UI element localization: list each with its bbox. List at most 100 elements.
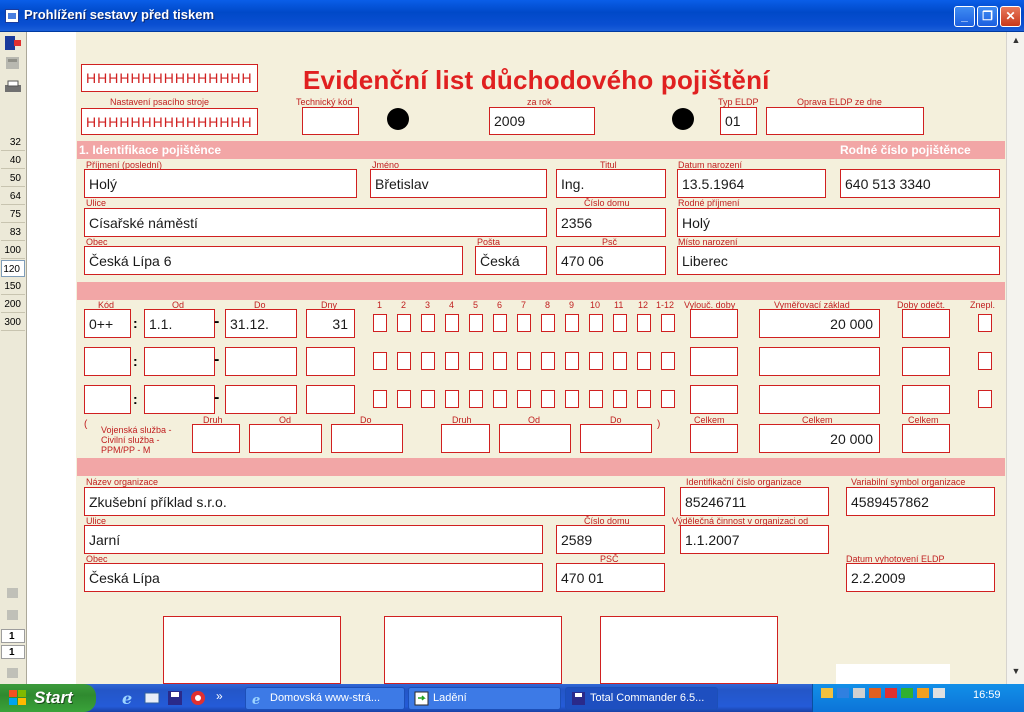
- debug-icon: [414, 691, 429, 706]
- app-icon[interactable]: [5, 9, 19, 23]
- outlook-icon[interactable]: [143, 689, 161, 707]
- scroll-up-icon[interactable]: ▲: [1009, 35, 1023, 49]
- tray-device-icon[interactable]: [853, 688, 865, 698]
- zoom-40[interactable]: 40: [1, 152, 25, 169]
- month-checkbox: [397, 390, 411, 408]
- preview-toolbar: 32 40 50 64 75 83 100 120 150 200 300 1 …: [0, 32, 27, 684]
- prev-page-icon[interactable]: [2, 606, 24, 624]
- system-tray: 16:59: [812, 684, 1024, 712]
- ie-icon: e: [252, 693, 260, 706]
- month-checkbox: [469, 352, 483, 370]
- row3-code: [84, 385, 131, 414]
- task-button-total-commander[interactable]: Total Commander 6.5...: [565, 687, 718, 710]
- row1-excluded: [690, 309, 738, 338]
- signature-box: [163, 616, 341, 684]
- row2-deducted: [902, 347, 950, 376]
- month-checkbox: [637, 352, 651, 370]
- surname-field: Holý: [84, 169, 357, 198]
- clock[interactable]: 16:59: [973, 689, 1001, 701]
- birthplace-field: Liberec: [677, 246, 1000, 275]
- lifebuoy-icon[interactable]: [189, 689, 207, 707]
- zoom-32[interactable]: 32: [1, 134, 25, 151]
- zoom-100[interactable]: 100: [1, 242, 25, 259]
- month-checkbox: [421, 390, 435, 408]
- month-checkbox: [661, 390, 675, 408]
- month-label: 4: [449, 300, 455, 310]
- zoom-150[interactable]: 150: [1, 278, 25, 295]
- org-street-field: Jarní: [84, 525, 543, 554]
- exit-icon[interactable]: [2, 34, 24, 52]
- row3-days: [306, 385, 355, 414]
- birthdate-field: 13.5.1964: [677, 169, 826, 198]
- windows-logo-icon: [9, 690, 27, 706]
- quicklaunch-expand[interactable]: »: [216, 689, 223, 703]
- zoom-120[interactable]: 120: [1, 260, 25, 277]
- row3-deducted: [902, 385, 950, 414]
- year-field: 2009: [489, 107, 595, 135]
- month-checkbox: [421, 352, 435, 370]
- first-page-icon[interactable]: [2, 584, 24, 602]
- org-vs-field: 4589457862: [846, 487, 995, 516]
- ie-icon[interactable]: e: [120, 689, 138, 708]
- task-button-debug[interactable]: Ladění: [408, 687, 561, 710]
- org-city-field: Česká Lípa: [84, 563, 543, 592]
- page-number[interactable]: 1: [1, 629, 25, 643]
- month-label: 1-12: [656, 300, 675, 310]
- month-checkbox: [541, 352, 555, 370]
- birthname-field: Holý: [677, 208, 1000, 237]
- section1-band: 1. Identifikace pojištěnce Rodné číslo p…: [77, 141, 1005, 159]
- name-field: Břetislav: [370, 169, 547, 198]
- month-checkbox: [517, 314, 531, 332]
- house-field: 2356: [556, 208, 666, 237]
- tray-volume-icon[interactable]: [917, 688, 929, 698]
- start-button[interactable]: Start: [0, 684, 96, 712]
- save-icon[interactable]: [166, 689, 184, 707]
- zoom-200[interactable]: 200: [1, 296, 25, 313]
- month-checkbox: [565, 314, 579, 332]
- month-label: 6: [497, 300, 503, 310]
- tray-misc-icon[interactable]: [933, 688, 945, 698]
- minimize-button[interactable]: _: [954, 6, 975, 27]
- month-label: 3: [425, 300, 431, 310]
- zoom-83[interactable]: 83: [1, 224, 25, 241]
- dash-separator: -: [214, 313, 220, 330]
- vertical-scrollbar[interactable]: ▲ ▼: [1006, 32, 1024, 684]
- city-field: Česká Lípa 6: [84, 246, 463, 275]
- zoom-50[interactable]: 50: [1, 170, 25, 187]
- tray-shield-icon[interactable]: [901, 688, 913, 698]
- tray-folder-icon[interactable]: [821, 688, 833, 698]
- total-deducted: [902, 424, 950, 453]
- month-checkbox: [445, 352, 459, 370]
- next-page-icon[interactable]: [2, 664, 24, 682]
- org-vs-label: Variabilní symbol organizace: [851, 477, 966, 487]
- row2-from: [144, 347, 215, 376]
- setup-icon[interactable]: [2, 54, 24, 72]
- task-button-browser[interactable]: e Domovská www-strá...: [245, 687, 405, 710]
- close-button[interactable]: ✕: [1000, 6, 1021, 27]
- month-checkbox: [613, 390, 627, 408]
- scroll-down-icon[interactable]: ▼: [1009, 666, 1023, 680]
- row2-to: [225, 347, 297, 376]
- print-icon[interactable]: [2, 78, 24, 96]
- month-checkbox: [373, 352, 387, 370]
- row1-days: 31: [306, 309, 355, 338]
- row1-disabled: [978, 314, 992, 332]
- org-name-field: Zkušební příklad s.r.o.: [84, 487, 665, 516]
- tray-tool-icon[interactable]: [869, 688, 881, 698]
- row1-from: 1.1.: [144, 309, 215, 338]
- military-from: [249, 424, 322, 453]
- month-checkbox: [613, 352, 627, 370]
- month-checkbox: [661, 352, 675, 370]
- tray-network-icon[interactable]: [837, 688, 849, 698]
- maximize-button[interactable]: ❐: [977, 6, 998, 27]
- zoom-300[interactable]: 300: [1, 314, 25, 331]
- zoom-75[interactable]: 75: [1, 206, 25, 223]
- tray-ati-icon[interactable]: [885, 688, 897, 698]
- military-to-2: [580, 424, 652, 453]
- month-label: 8: [545, 300, 551, 310]
- zoom-64[interactable]: 64: [1, 188, 25, 205]
- total-excluded: [690, 424, 738, 453]
- form-title: Evidenční list důchodového pojištění: [303, 65, 770, 95]
- org-activity-field: 1.1.2007: [680, 525, 829, 554]
- month-checkbox: [421, 314, 435, 332]
